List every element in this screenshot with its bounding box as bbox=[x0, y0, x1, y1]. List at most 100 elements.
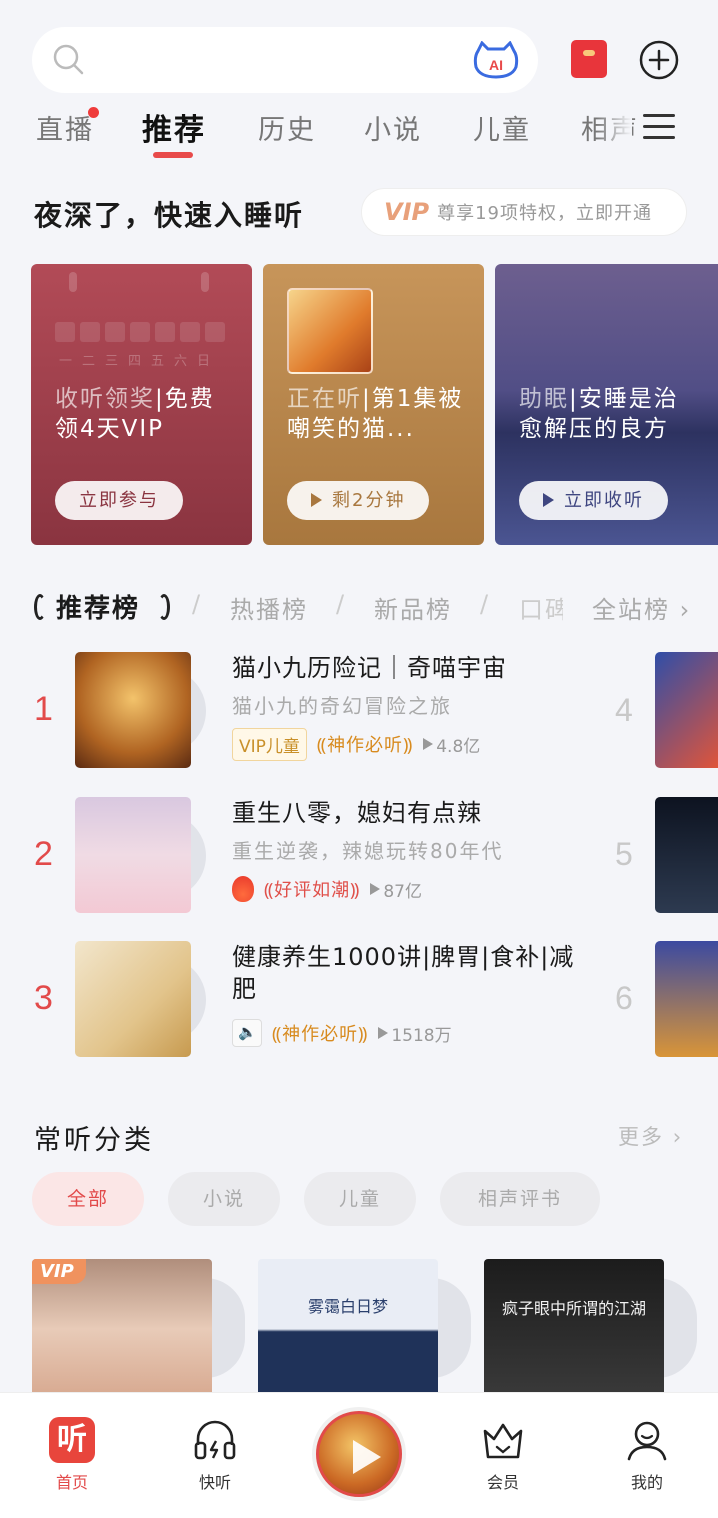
now-playing-button[interactable] bbox=[312, 1407, 406, 1501]
rank-item[interactable]: 2 重生八零，媳妇有点辣 重生逆袭，辣媳玩转80年代 ⸨好评如潮⸩ 87亿 bbox=[0, 797, 718, 917]
chip-crosstalk[interactable]: 相声评书 bbox=[440, 1172, 600, 1226]
play-icon bbox=[353, 1440, 381, 1474]
nav-label: 首页 bbox=[55, 1473, 88, 1492]
tab-children[interactable]: 儿童 bbox=[473, 108, 531, 147]
active-tab-indicator bbox=[153, 152, 193, 158]
play-icon bbox=[543, 493, 554, 507]
award-badge: ⸨神作必听⸩ bbox=[316, 735, 414, 756]
award-badge: ⸨神作必听⸩ bbox=[272, 1024, 369, 1045]
book-cover[interactable] bbox=[655, 652, 718, 768]
promo-card-title: 收听领奖|免费领4天VIP bbox=[55, 386, 215, 442]
vip-promo-button[interactable]: VIP 尊享19项特权，立即开通 bbox=[361, 188, 687, 236]
book-meta: ⸨神作必听⸩ 1518万 bbox=[232, 1017, 452, 1049]
divider: / bbox=[480, 590, 489, 618]
nav-label: 我的 bbox=[630, 1473, 663, 1492]
play-count-icon bbox=[370, 883, 381, 895]
book-title: 健康养生1000讲|脾胃|食补|减肥 bbox=[232, 943, 575, 1003]
listen-now-button[interactable]: 立即收听 bbox=[519, 481, 668, 520]
rank-tab-new[interactable]: 新品榜 bbox=[374, 590, 452, 625]
bottom-nav: 听 首页 快听 会员 我的 bbox=[0, 1392, 718, 1518]
search-icon bbox=[53, 44, 84, 75]
rank-item[interactable]: 3 健康养生1000讲|脾胃|食补|减肥 ⸨神作必听⸩ 1518万 bbox=[0, 941, 718, 1061]
vip-promo-text: 尊享19项特权，立即开通 bbox=[437, 203, 652, 224]
play-count-icon bbox=[423, 738, 434, 750]
promo-card-now-playing[interactable]: 正在听|第1集被嘲笑的猫... 剩2分钟 bbox=[263, 264, 484, 545]
fire-icon bbox=[232, 876, 254, 902]
book-meta: VIP儿童 ⸨神作必听⸩ 4.8亿 bbox=[232, 727, 480, 761]
search-input[interactable]: AI bbox=[32, 27, 538, 93]
speaker-icon bbox=[232, 1019, 262, 1047]
play-count-icon bbox=[378, 1027, 389, 1039]
category-card[interactable]: 雾霭白日梦 bbox=[258, 1259, 438, 1399]
rank-tab-hot[interactable]: 热播榜 bbox=[230, 590, 308, 625]
play-icon bbox=[311, 493, 322, 507]
book-cover-thumbnail bbox=[287, 288, 373, 374]
chevron-right-icon: › bbox=[679, 596, 692, 624]
tab-novel[interactable]: 小说 bbox=[364, 108, 422, 147]
tab-recommend[interactable]: 推荐 bbox=[142, 105, 206, 149]
nav-label: 快听 bbox=[198, 1473, 231, 1492]
book-title: 重生八零，媳妇有点辣 bbox=[232, 799, 482, 827]
ai-assistant-icon[interactable]: AI bbox=[472, 41, 520, 79]
nav-quick-listen[interactable]: 快听 bbox=[160, 1393, 270, 1518]
crown-icon bbox=[483, 1423, 523, 1459]
user-icon bbox=[627, 1421, 667, 1461]
book-cover bbox=[75, 652, 191, 768]
add-icon[interactable] bbox=[638, 39, 680, 81]
live-notification-dot bbox=[88, 107, 99, 118]
category-tabs: 直播 推荐 历史 小说 儿童 相声 bbox=[0, 100, 718, 164]
vip-children-tag: VIP儿童 bbox=[232, 727, 307, 761]
section-title: 常听分类 bbox=[34, 1125, 154, 1156]
promo-cards: 一二三四五六日 收听领奖|免费领4天VIP 立即参与 正在听|第1集被嘲笑的猫.… bbox=[0, 264, 718, 545]
promo-card-reward[interactable]: 一二三四五六日 收听领奖|免费领4天VIP 立即参与 bbox=[31, 264, 252, 545]
play-count: 1518万 bbox=[378, 1021, 452, 1046]
red-packet-icon[interactable] bbox=[571, 40, 607, 78]
promo-card-title: 助眠|安睡是治愈解压的良方 bbox=[519, 386, 679, 442]
book-meta: ⸨好评如潮⸩ 87亿 bbox=[232, 873, 422, 905]
rank-tabs: 推荐榜 / 热播榜 / 新品榜 / 口碑 全站榜 › bbox=[0, 588, 718, 628]
category-card[interactable]: 疯子眼中所谓的江湖 bbox=[484, 1259, 664, 1399]
rank-tab-reputation[interactable]: 口碑 bbox=[519, 590, 563, 625]
rank-number: 6 bbox=[615, 980, 633, 1016]
chevron-right-icon: › bbox=[672, 1125, 684, 1149]
join-now-button[interactable]: 立即参与 bbox=[55, 481, 183, 520]
calendar-days: 一二三四五六日 bbox=[59, 354, 221, 369]
nav-mine[interactable]: 我的 bbox=[592, 1393, 702, 1518]
book-cover[interactable] bbox=[655, 797, 718, 913]
book-cover[interactable] bbox=[655, 941, 718, 1057]
more-link[interactable]: 更多 › bbox=[618, 1121, 683, 1151]
rank-number: 5 bbox=[615, 836, 633, 872]
card-caption: 雾霭白日梦 bbox=[307, 1297, 388, 1316]
rank-number: 3 bbox=[34, 979, 53, 1017]
promo-card-title: 正在听|第1集被嘲笑的猫... bbox=[287, 386, 464, 442]
nav-member[interactable]: 会员 bbox=[448, 1393, 558, 1518]
svg-text:AI: AI bbox=[489, 57, 503, 73]
resume-button[interactable]: 剩2分钟 bbox=[287, 481, 430, 520]
nav-home[interactable]: 听 首页 bbox=[17, 1393, 127, 1518]
chip-children[interactable]: 儿童 bbox=[304, 1172, 416, 1226]
book-title: 猫小九历险记｜奇喵宇宙 bbox=[232, 654, 507, 682]
rank-number: 2 bbox=[34, 835, 53, 873]
rank-number: 4 bbox=[615, 692, 633, 728]
tab-history[interactable]: 历史 bbox=[258, 108, 316, 147]
chip-novel[interactable]: 小说 bbox=[168, 1172, 280, 1226]
book-cover bbox=[75, 941, 191, 1057]
award-badge: ⸨好评如潮⸩ bbox=[264, 880, 361, 901]
tab-live[interactable]: 直播 bbox=[36, 108, 94, 147]
card-caption: 疯子眼中所谓的江湖 bbox=[501, 1299, 646, 1318]
play-count: 4.8亿 bbox=[423, 732, 480, 757]
chip-all[interactable]: 全部 bbox=[32, 1172, 144, 1226]
rank-tab-all-site[interactable]: 全站榜 › bbox=[590, 590, 692, 625]
menu-icon[interactable] bbox=[643, 112, 675, 142]
home-icon: 听 bbox=[49, 1417, 95, 1463]
promo-card-sleep[interactable]: 助眠|安睡是治愈解压的良方 立即收听 bbox=[495, 264, 718, 545]
rank-number: 1 bbox=[34, 690, 53, 728]
top-bar: AI bbox=[0, 0, 718, 100]
rank-tab-recommend[interactable]: 推荐榜 bbox=[56, 588, 140, 625]
calendar-icon bbox=[55, 322, 230, 346]
rank-item[interactable]: 1 猫小九历险记｜奇喵宇宙 猫小九的奇幻冒险之旅 VIP儿童 ⸨神作必听⸩ 4.… bbox=[0, 652, 718, 772]
vip-badge: VIP bbox=[32, 1259, 86, 1284]
vip-badge: VIP bbox=[384, 198, 430, 226]
play-count: 87亿 bbox=[370, 877, 422, 902]
category-card[interactable]: VIP bbox=[32, 1259, 212, 1399]
